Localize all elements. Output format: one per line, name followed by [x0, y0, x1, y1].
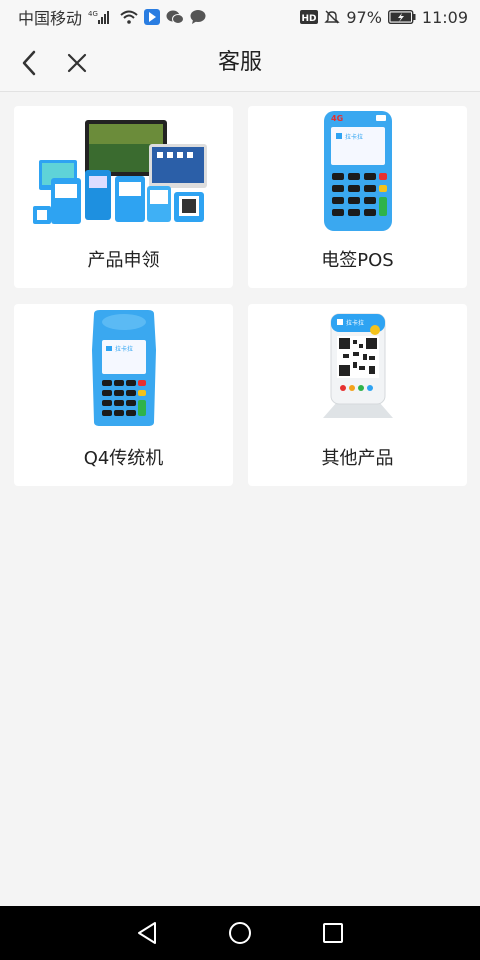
square-recents-icon [323, 923, 344, 943]
mute-icon [324, 9, 341, 25]
q4-terminal-image: 拉卡拉 [14, 304, 233, 434]
product-label: 其他产品 [321, 448, 394, 469]
system-back-button[interactable] [130, 916, 164, 950]
system-navigation-bar [0, 906, 480, 960]
battery-charging-icon [387, 10, 416, 24]
product-card-epos[interactable]: 4G 拉卡拉 电签POS [248, 106, 467, 288]
qr-stand-image: 拉卡拉 [248, 304, 467, 434]
hd-label: HD [302, 14, 317, 24]
product-card-other[interactable]: 拉卡拉 其他产品 [248, 304, 467, 486]
device-brand: 拉卡拉 [345, 133, 363, 141]
app-notification-icon [144, 9, 161, 25]
circle-home-icon [228, 922, 251, 944]
system-recents-button[interactable] [316, 916, 350, 950]
product-card-q4[interactable]: 拉卡拉 Q4传统机 [14, 304, 233, 486]
nav-bar: 客服 [0, 34, 480, 92]
carrier-label: 中国移动 [18, 9, 83, 28]
wechat-icon [166, 9, 185, 25]
epos-terminal-image: 4G 拉卡拉 [248, 106, 467, 236]
triangle-back-icon [137, 922, 156, 944]
product-label: Q4传统机 [83, 448, 164, 469]
status-bar: 中国移动 4G HD 97% 11:09 [0, 0, 480, 34]
wifi-icon [120, 10, 138, 24]
back-button[interactable] [14, 48, 44, 78]
message-icon [190, 9, 206, 25]
product-card-apply[interactable]: 产品申领 [14, 106, 233, 288]
status-right: HD 97% 11:09 [300, 8, 468, 27]
status-left: 中国移动 4G [18, 5, 206, 29]
close-icon [67, 53, 87, 73]
product-label: 产品申领 [87, 250, 160, 271]
device-brand: 拉卡拉 [115, 345, 133, 353]
product-label: 电签POS [321, 250, 394, 271]
chevron-left-icon [22, 50, 36, 76]
close-button[interactable] [62, 48, 92, 78]
device-brand: 拉卡拉 [346, 319, 364, 327]
hd-icon: HD [300, 10, 319, 24]
system-home-button[interactable] [223, 916, 257, 950]
clock-time: 11:09 [421, 7, 468, 27]
battery-percent: 97% [346, 7, 382, 27]
network-badge: 4G [331, 114, 343, 123]
product-grid: 产品申领 4G 拉卡拉 电签POS 拉卡拉 Q4传统机 拉卡拉 其他产品 [0, 92, 480, 906]
product-bundle-image [14, 106, 233, 236]
network-label: 4G [88, 10, 98, 18]
signal-icon: 4G [88, 9, 114, 25]
